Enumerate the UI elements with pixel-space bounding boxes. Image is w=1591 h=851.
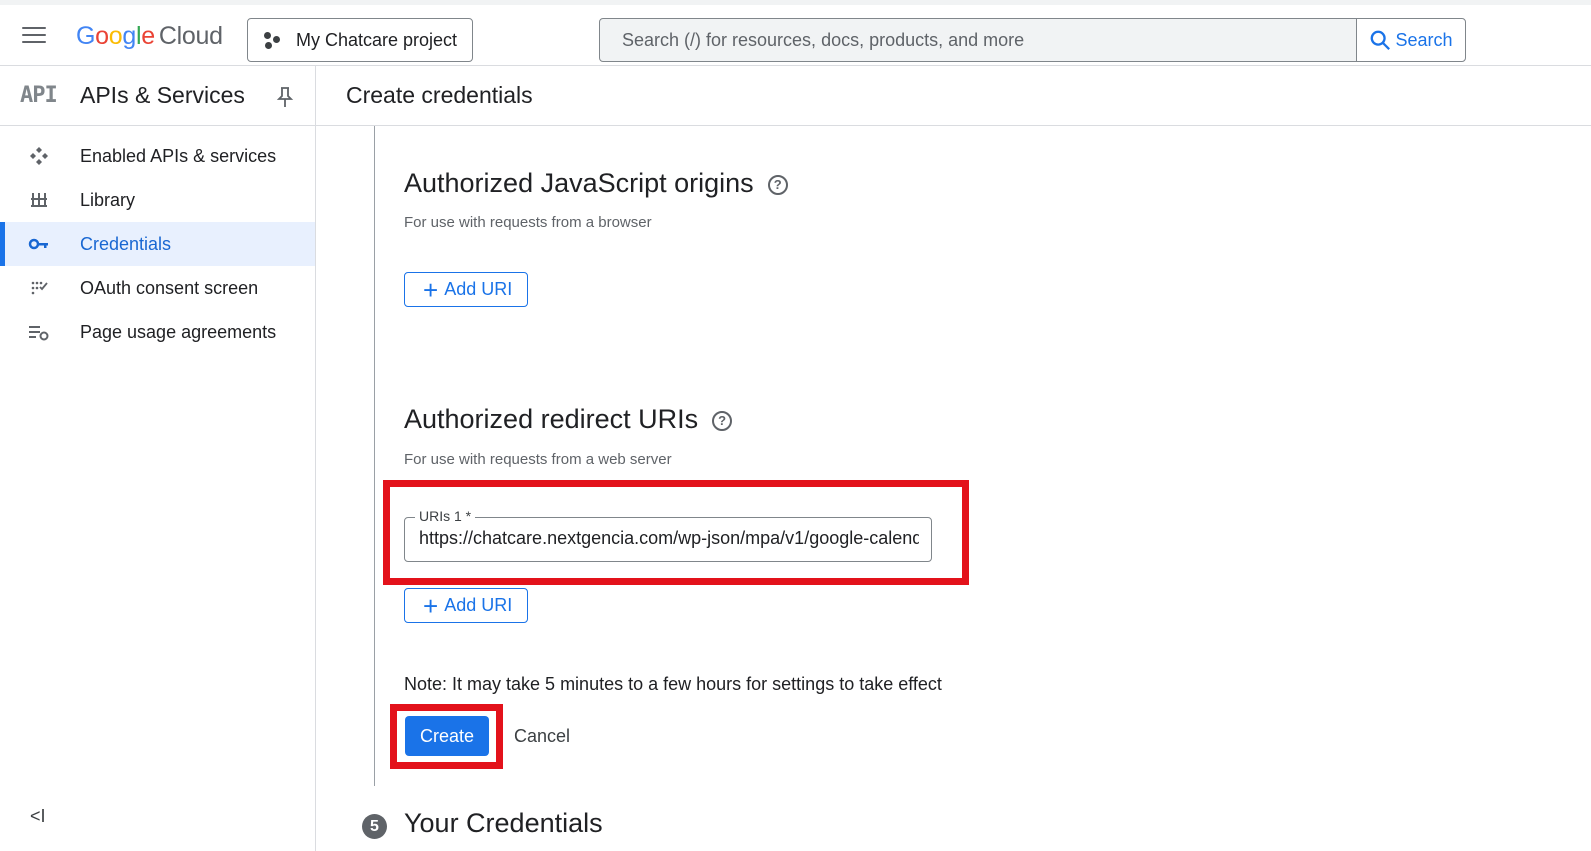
sidebar-item-credentials[interactable]: Credentials (0, 222, 315, 266)
js-origins-title: Authorized JavaScript origins? (404, 168, 788, 199)
pin-icon[interactable] (276, 86, 294, 108)
help-icon[interactable]: ? (712, 410, 733, 431)
oauth-icon (28, 277, 50, 299)
js-origins-subtitle: For use with requests from a browser (404, 214, 652, 231)
sidebar-header: API APIs & Services (0, 66, 315, 126)
settings-list-icon (28, 321, 50, 343)
redirect-uri-label: URIs 1 * (415, 508, 476, 524)
redirect-uri-field: URIs 1 * (404, 508, 932, 562)
search-button[interactable]: Search (1356, 19, 1465, 61)
page-title: Create credentials (346, 82, 533, 108)
add-redirect-uri-button[interactable]: + Add URI (404, 588, 528, 623)
help-icon[interactable]: ? (767, 174, 788, 195)
project-icon (262, 29, 284, 51)
sidebar: API APIs & Services Enabled APIs & servi… (0, 66, 316, 851)
settings-note: Note: It may take 5 minutes to a few hou… (404, 674, 942, 694)
library-icon (28, 189, 50, 211)
project-picker-button[interactable]: My Chatcare project (247, 18, 473, 62)
step-number-badge: 5 (362, 814, 387, 839)
collapse-sidebar-icon[interactable]: <I (30, 806, 46, 827)
main-header: Create credentials (316, 66, 1591, 126)
sidebar-nav: Enabled APIs & services Library Credenti… (0, 126, 315, 354)
top-bar: Google Cloud My Chatcare project Search (0, 0, 1591, 66)
search-icon (1371, 30, 1391, 50)
search-bar: Search (599, 18, 1466, 62)
your-credentials-title: Your Credentials (404, 808, 603, 838)
plus-icon: + (423, 274, 439, 305)
redirect-uris-title: Authorized redirect URIs? (404, 404, 733, 435)
stepper-line (374, 126, 375, 786)
api-logo: API (20, 83, 58, 108)
create-button[interactable]: Create (405, 716, 489, 756)
add-js-origin-button[interactable]: + Add URI (404, 272, 528, 307)
sidebar-item-oauth-consent[interactable]: OAuth consent screen (0, 266, 315, 310)
main-menu-icon[interactable] (22, 27, 46, 45)
key-icon (28, 233, 50, 255)
cancel-button[interactable]: Cancel (514, 726, 570, 747)
sidebar-item-library[interactable]: Library (0, 178, 315, 222)
project-label: My Chatcare project (296, 29, 458, 50)
enabled-apis-icon (28, 145, 50, 167)
redirect-uris-subtitle: For use with requests from a web server (404, 451, 672, 468)
search-input[interactable] (600, 19, 1356, 61)
sidebar-item-page-usage[interactable]: Page usage agreements (0, 310, 315, 354)
redirect-uri-input[interactable] (419, 528, 919, 549)
plus-icon: + (423, 590, 439, 621)
google-cloud-logo[interactable]: Google Cloud (76, 22, 223, 51)
sidebar-item-enabled-apis[interactable]: Enabled APIs & services (0, 134, 315, 178)
sidebar-title: APIs & Services (80, 82, 245, 108)
